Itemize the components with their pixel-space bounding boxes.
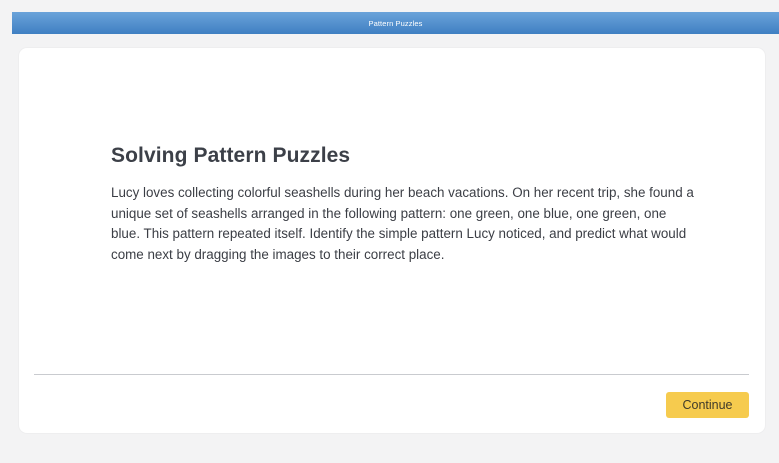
lesson-body-text: Lucy loves collecting colorful seashells… [111, 185, 694, 262]
lesson-card: Solving Pattern Puzzles Lucy loves colle… [19, 48, 765, 433]
continue-button[interactable]: Continue [666, 392, 749, 418]
app-title: Pattern Puzzles [368, 18, 423, 28]
app-header-bar: Pattern Puzzles [12, 12, 779, 34]
footer-divider [34, 374, 749, 375]
lesson-heading: Solving Pattern Puzzles [111, 144, 351, 167]
